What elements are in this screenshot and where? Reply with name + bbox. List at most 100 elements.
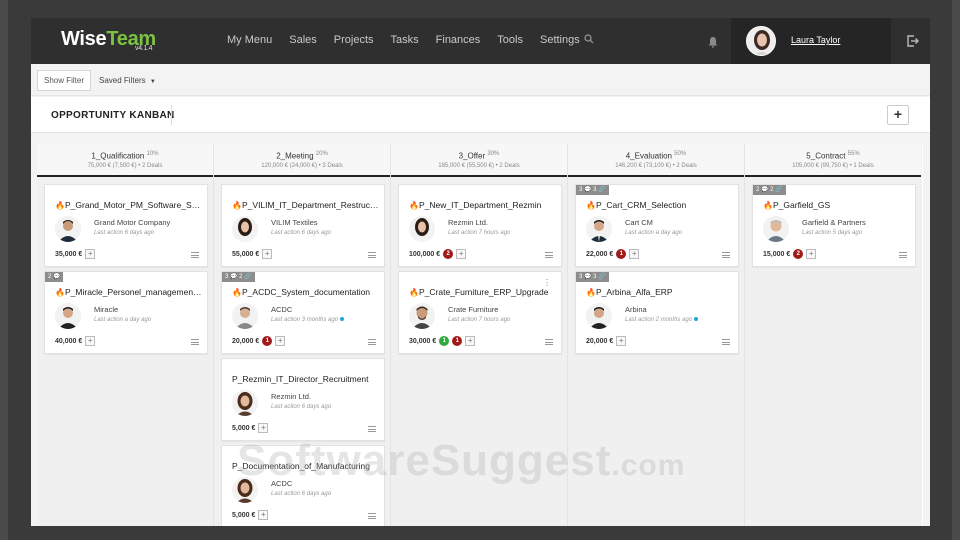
deal-card[interactable]: P_Documentation_of_Manufacturing ACDC La… — [221, 445, 385, 526]
nav-tasks[interactable]: Tasks — [391, 34, 419, 46]
contact-avatar[interactable] — [55, 303, 81, 329]
card-last-action: Last action 2 months ago — [625, 317, 693, 323]
card-menu-icon[interactable] — [899, 252, 907, 258]
card-company: Cart CM — [625, 218, 653, 227]
saved-filters-label: Saved Filters — [99, 76, 146, 85]
overdue-badge[interactable]: 1 — [616, 249, 627, 259]
add-activity-button[interactable]: + — [85, 336, 96, 346]
contact-avatar[interactable] — [232, 216, 258, 242]
user-avatar[interactable] — [746, 26, 776, 56]
deal-card[interactable]: 🔥P_Grand_Motor_PM_Software_Selection Gra… — [44, 184, 208, 267]
add-activity-button[interactable]: + — [258, 510, 269, 520]
nav-my-menu[interactable]: My Menu — [227, 34, 272, 46]
card-menu-icon[interactable] — [368, 426, 376, 432]
overdue-badge[interactable]: 2 — [793, 249, 804, 259]
saved-filters-dropdown[interactable]: Saved Filters ▼ — [99, 76, 156, 85]
contact-avatar[interactable] — [55, 216, 81, 242]
card-amount: 5,000 € — [232, 424, 256, 432]
card-company: Rezmin Ltd. — [448, 218, 489, 227]
card-title: P_New_IT_Department_Rezmin — [419, 200, 542, 210]
nav-projects[interactable]: Projects — [334, 34, 374, 46]
deal-card[interactable]: 🔥P_New_IT_Department_Rezmin Rezmin Ltd. … — [398, 184, 562, 267]
card-amount: 30,000 € — [409, 337, 437, 345]
deal-card[interactable]: ⋮ 🔥P_Crate_Furniture_ERP_Upgrade Crate F… — [398, 271, 562, 354]
column-name: 2_Meeting — [276, 151, 314, 161]
top-navbar: WiseTeam v4.1.4 My Menu Sales Projects T… — [31, 18, 930, 64]
deal-card[interactable]: 3 💬 2 🔗 🔥P_ACDC_System_documentation ACD… — [221, 271, 385, 354]
card-company: Garfield & Partners — [802, 218, 866, 227]
card-menu-icon[interactable] — [722, 252, 730, 258]
column-percent: 50% — [674, 151, 687, 157]
card-title: P_Miracle_Personel_management_System — [65, 287, 203, 297]
card-company: ACDC — [271, 479, 293, 488]
nav-settings[interactable]: Settings — [540, 34, 580, 46]
add-activity-button[interactable]: + — [456, 249, 467, 259]
done-badge[interactable]: 1 — [439, 336, 450, 346]
add-activity-button[interactable]: + — [258, 423, 269, 433]
contact-avatar[interactable] — [409, 303, 435, 329]
column-header: 5_Contract 55% 105,000 € (99,750 €) • 1 … — [745, 144, 921, 177]
deal-card[interactable]: 3 💬 3 🔗 🔥P_Cart_CRM_Selection Cart CM La… — [575, 184, 739, 267]
overdue-badge[interactable]: 1 — [452, 336, 463, 346]
card-menu-icon[interactable] — [191, 339, 199, 345]
overdue-badge[interactable]: 2 — [443, 249, 454, 259]
status-dot — [340, 317, 345, 322]
add-activity-button[interactable]: + — [616, 336, 627, 346]
contact-avatar[interactable] — [586, 303, 612, 329]
contact-avatar[interactable] — [763, 216, 789, 242]
card-last-action: Last action 7 hours ago — [448, 230, 511, 236]
nav-tools[interactable]: Tools — [497, 34, 523, 46]
user-menu[interactable]: Laura Taylor — [731, 18, 891, 64]
add-activity-button[interactable]: + — [85, 249, 96, 259]
card-menu-icon[interactable] — [545, 339, 553, 345]
show-filter-button[interactable]: Show Filter — [37, 70, 92, 91]
card-menu-icon[interactable] — [191, 252, 199, 258]
contact-avatar[interactable] — [232, 390, 258, 416]
contact-avatar[interactable] — [232, 477, 258, 503]
main-nav: My Menu Sales Projects Tasks Finances To… — [227, 34, 597, 46]
kebab-icon[interactable]: ⋮ — [543, 278, 551, 287]
add-activity-button[interactable]: + — [806, 249, 817, 259]
search-icon[interactable] — [584, 34, 594, 47]
bell-icon[interactable] — [707, 35, 719, 48]
deal-card[interactable]: 3 💬 3 🔗 🔥P_Arbina_Alfa_ERP Arbina Last a… — [575, 271, 739, 354]
card-menu-icon[interactable] — [545, 252, 553, 258]
add-activity-button[interactable]: + — [275, 336, 286, 346]
add-activity-button[interactable]: + — [465, 336, 476, 346]
card-menu-icon[interactable] — [722, 339, 730, 345]
user-name[interactable]: Laura Taylor — [791, 35, 840, 45]
add-opportunity-button[interactable]: + — [887, 105, 909, 125]
card-menu-icon[interactable] — [368, 513, 376, 519]
overdue-badge[interactable]: 1 — [262, 336, 273, 346]
deal-card[interactable]: P_Rezmin_IT_Director_Recruitment Rezmin … — [221, 358, 385, 441]
column-name: 3_Offer — [458, 151, 486, 161]
app-version: v4.1.4 — [135, 45, 153, 52]
nav-sales[interactable]: Sales — [289, 34, 317, 46]
add-activity-button[interactable]: + — [262, 249, 273, 259]
title-bar: OPPORTUNITY KANBAN + — [31, 97, 930, 133]
card-menu-icon[interactable] — [368, 252, 376, 258]
page-title: OPPORTUNITY KANBAN — [51, 110, 175, 121]
column-header: 4_Evaluation 50% 146,200 € (73,100 €) • … — [568, 144, 744, 177]
column-summary: 146,200 € (73,100 €) • 2 Deals — [615, 162, 697, 169]
caret-down-icon: ▼ — [149, 79, 156, 85]
logout-icon[interactable] — [906, 34, 920, 48]
flame-icon: 🔥 — [409, 201, 419, 210]
contact-avatar[interactable] — [409, 216, 435, 242]
deal-card[interactable]: 2 💬 2 🔗 🔥P_Garfield_GS Garfield & Partne… — [752, 184, 916, 267]
contact-avatar[interactable] — [232, 303, 258, 329]
add-activity-button[interactable]: + — [629, 249, 640, 259]
column-summary: 105,000 € (99,750 €) • 1 Deals — [792, 162, 874, 169]
nav-finances[interactable]: Finances — [436, 34, 481, 46]
card-menu-icon[interactable] — [368, 339, 376, 345]
card-amount: 35,000 € — [55, 250, 83, 258]
kanban-column-offer: 3_Offer 30% 185,000 € (55,500 €) • 2 Dea… — [391, 144, 568, 526]
deal-card[interactable]: 🔥P_VILIM_IT_Department_Restructuring VIL… — [221, 184, 385, 267]
app-window: WiseTeam v4.1.4 My Menu Sales Projects T… — [31, 18, 930, 526]
column-percent: 55% — [847, 151, 860, 157]
contact-avatar[interactable] — [586, 216, 612, 242]
card-last-action: Last action a day ago — [625, 230, 683, 236]
app-logo[interactable]: WiseTeam v4.1.4 — [61, 28, 156, 52]
deal-card[interactable]: 2 💬 🔥P_Miracle_Personel_management_Syste… — [44, 271, 208, 354]
flame-icon: 🔥 — [232, 201, 242, 210]
